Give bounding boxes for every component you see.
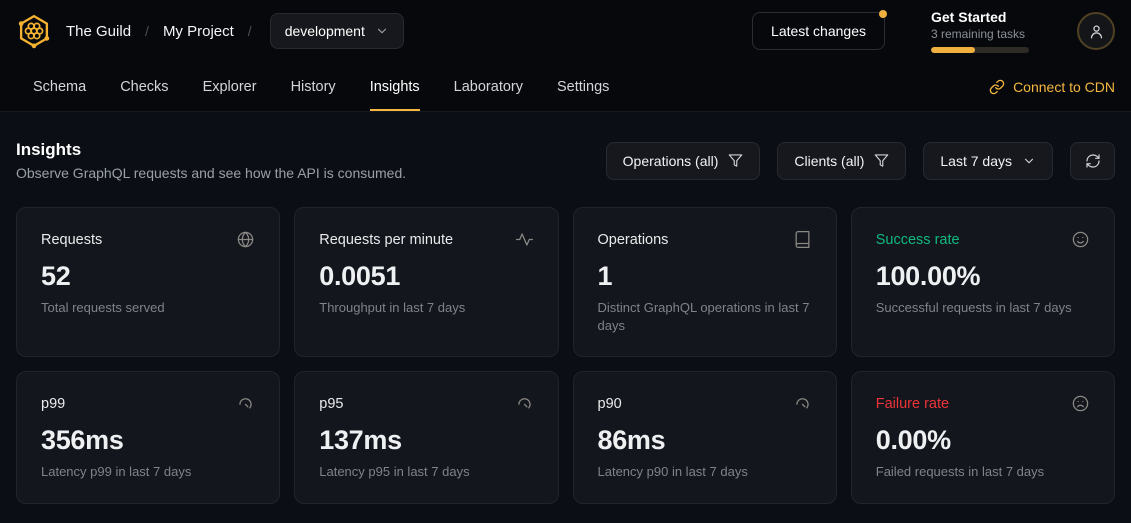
funnel-icon: [874, 153, 889, 168]
refresh-icon: [1085, 153, 1101, 169]
period-selector-label: Last 7 days: [940, 153, 1012, 169]
card-description: Latency p95 in last 7 days: [319, 463, 533, 481]
chevron-down-icon: [375, 24, 389, 38]
user-avatar[interactable]: [1077, 12, 1115, 50]
get-started-widget[interactable]: Get Started 3 remaining tasks: [931, 9, 1031, 53]
page-title: Insights: [16, 140, 406, 160]
card-title: Failure rate: [876, 396, 949, 412]
book-icon: [793, 230, 812, 249]
tab-laboratory[interactable]: Laboratory: [454, 62, 523, 111]
link-icon: [989, 79, 1005, 95]
card-description: Failed requests in last 7 days: [876, 463, 1090, 481]
stat-card-p95: p95 137ms Latency p95 in last 7 days: [294, 371, 558, 504]
tab-checks[interactable]: Checks: [120, 62, 168, 111]
stat-card-success-rate: Success rate 100.00% Successful requests…: [851, 207, 1115, 357]
user-icon: [1088, 23, 1105, 40]
card-title: p99: [41, 396, 65, 412]
clients-filter-button[interactable]: Clients (all): [777, 142, 906, 180]
card-description: Latency p90 in last 7 days: [598, 463, 812, 481]
card-description: Distinct GraphQL operations in last 7 da…: [598, 299, 812, 334]
activity-icon: [515, 230, 534, 249]
card-value: 137ms: [319, 425, 533, 456]
stat-card-operations: Operations 1 Distinct GraphQL operations…: [573, 207, 837, 357]
tab-history[interactable]: History: [291, 62, 336, 111]
clients-filter-label: Clients (all): [794, 153, 864, 169]
card-value: 0.0051: [319, 261, 533, 292]
target-selector-value: development: [285, 23, 365, 39]
card-value: 100.00%: [876, 261, 1090, 292]
get-started-title: Get Started: [931, 9, 1031, 25]
top-header: The Guild / My Project / development Lat…: [0, 0, 1131, 62]
latest-changes-button[interactable]: Latest changes: [752, 12, 885, 50]
card-value: 0.00%: [876, 425, 1090, 456]
chevron-down-icon: [1022, 154, 1036, 168]
stats-grid: Requests 52 Total requests served Reques…: [0, 207, 1131, 504]
card-description: Successful requests in last 7 days: [876, 299, 1090, 317]
stat-card-p90: p90 86ms Latency p90 in last 7 days: [573, 371, 837, 504]
page-subtitle: Observe GraphQL requests and see how the…: [16, 165, 406, 181]
breadcrumb-separator: /: [248, 23, 252, 39]
card-description: Throughput in last 7 days: [319, 299, 533, 317]
card-title: Success rate: [876, 232, 960, 248]
get-started-progress-bar: [931, 47, 1029, 53]
get-started-progress-fill: [931, 47, 975, 53]
notification-dot: [879, 10, 887, 18]
refresh-button[interactable]: [1070, 142, 1115, 180]
tab-explorer[interactable]: Explorer: [203, 62, 257, 111]
card-description: Total requests served: [41, 299, 255, 317]
stat-card-p99: p99 356ms Latency p99 in last 7 days: [16, 371, 280, 504]
card-title: p90: [598, 396, 622, 412]
smile-icon: [1071, 230, 1090, 249]
card-title: Requests per minute: [319, 232, 453, 248]
gauge-icon: [515, 394, 534, 413]
tab-insights[interactable]: Insights: [370, 62, 420, 111]
card-title: Requests: [41, 232, 102, 248]
card-value: 52: [41, 261, 255, 292]
card-title: p95: [319, 396, 343, 412]
gauge-icon: [236, 394, 255, 413]
tab-settings[interactable]: Settings: [557, 62, 609, 111]
latest-changes-label: Latest changes: [771, 23, 866, 39]
globe-icon: [236, 230, 255, 249]
card-description: Latency p99 in last 7 days: [41, 463, 255, 481]
tab-schema[interactable]: Schema: [33, 62, 86, 111]
connect-cdn-link[interactable]: Connect to CDN: [989, 62, 1115, 111]
card-value: 86ms: [598, 425, 812, 456]
main-nav: Schema Checks Explorer History Insights …: [0, 62, 1131, 112]
target-selector[interactable]: development: [270, 13, 404, 49]
connect-cdn-label: Connect to CDN: [1013, 79, 1115, 95]
operations-filter-button[interactable]: Operations (all): [606, 142, 761, 180]
card-value: 356ms: [41, 425, 255, 456]
insights-heading: Insights Observe GraphQL requests and se…: [16, 140, 406, 181]
funnel-icon: [728, 153, 743, 168]
breadcrumb-project[interactable]: My Project: [163, 23, 234, 40]
operations-filter-label: Operations (all): [623, 153, 719, 169]
period-selector[interactable]: Last 7 days: [923, 142, 1053, 180]
breadcrumb: The Guild / My Project / development: [16, 13, 404, 49]
breadcrumb-separator: /: [145, 23, 149, 39]
get-started-subtitle: 3 remaining tasks: [931, 27, 1031, 41]
card-value: 1: [598, 261, 812, 292]
breadcrumb-org[interactable]: The Guild: [66, 23, 131, 40]
gauge-icon: [793, 394, 812, 413]
card-title: Operations: [598, 232, 669, 248]
stat-card-failure-rate: Failure rate 0.00% Failed requests in la…: [851, 371, 1115, 504]
stat-card-requests: Requests 52 Total requests served: [16, 207, 280, 357]
stat-card-rpm: Requests per minute 0.0051 Throughput in…: [294, 207, 558, 357]
frown-icon: [1071, 394, 1090, 413]
guild-logo-icon[interactable]: [16, 13, 52, 49]
